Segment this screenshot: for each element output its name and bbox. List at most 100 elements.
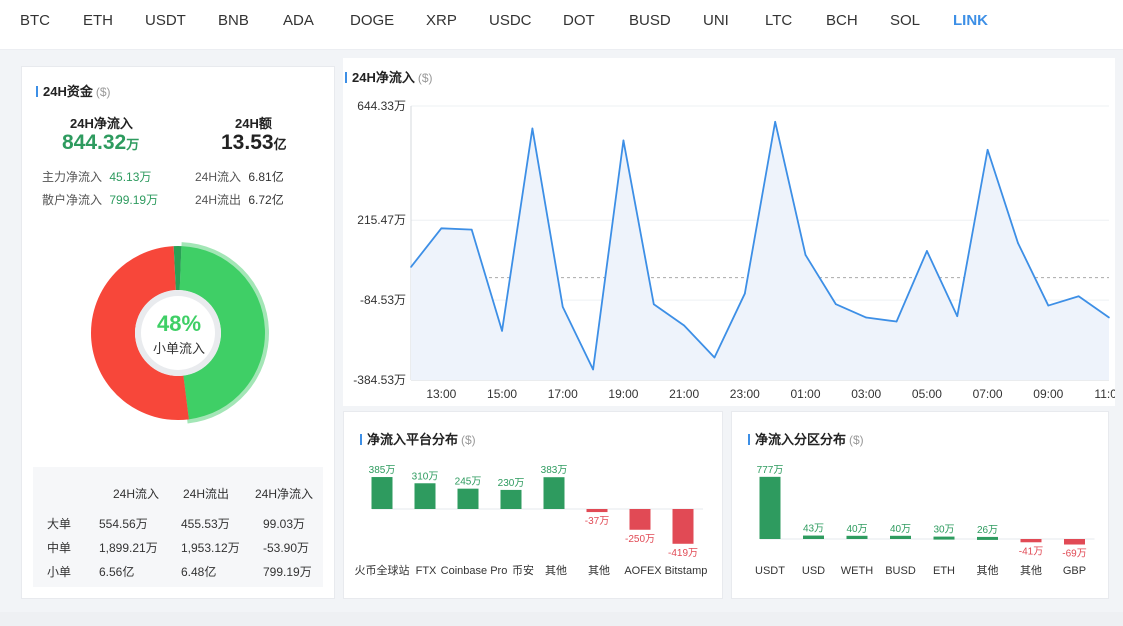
- tab-usdt[interactable]: USDT: [145, 12, 186, 29]
- data-point: [501, 330, 503, 332]
- bar-4: [543, 477, 565, 509]
- category-label: ETH: [933, 565, 955, 577]
- outflow-24h-label: 24H流出: [195, 193, 242, 207]
- bar-value-label: 40万: [846, 524, 867, 535]
- bar-2: [846, 535, 868, 539]
- tab-dot[interactable]: DOT: [563, 12, 595, 29]
- bar-value-label: 310万: [412, 471, 439, 482]
- table-cell-in: 1,899.21万: [99, 541, 158, 555]
- data-point: [713, 356, 716, 359]
- data-point: [1047, 304, 1050, 307]
- data-point: [1017, 242, 1019, 244]
- volume-label: 24H额: [235, 116, 272, 131]
- bar-4: [933, 536, 955, 540]
- table-cell-net: -53.90万: [263, 541, 310, 555]
- table-cell-in: 6.56亿: [99, 565, 135, 579]
- data-point: [774, 121, 776, 123]
- data-point: [956, 315, 959, 318]
- category-label: 其他: [588, 564, 610, 577]
- x-tick-label: 17:00: [548, 387, 578, 401]
- bar-value-label: -69万: [1062, 549, 1086, 560]
- y-tick-label: 215.47万: [357, 213, 406, 227]
- data-point: [804, 254, 807, 256]
- y-tick-label: 644.33万: [357, 99, 406, 113]
- tab-xrp[interactable]: XRP: [426, 12, 457, 29]
- data-point: [895, 320, 898, 323]
- x-tick-label: 11:00: [1094, 387, 1115, 401]
- tab-bnb[interactable]: BNB: [218, 12, 249, 29]
- page-footer-strip: [0, 612, 1123, 626]
- data-point: [835, 303, 837, 306]
- data-point: [440, 227, 443, 230]
- bar-value-label: -37万: [585, 516, 609, 527]
- outflow-24h-value: 6.72亿: [248, 193, 284, 207]
- bar-3: [890, 535, 911, 539]
- category-label: USDT: [755, 565, 785, 577]
- tab-usdc[interactable]: USDC: [489, 12, 532, 29]
- x-tick-label: 05:00: [912, 387, 942, 401]
- table-header: 24H流入: [113, 487, 160, 501]
- category-label: 火币全球站: [355, 563, 410, 577]
- bar-6: [1020, 539, 1042, 543]
- tab-link[interactable]: LINK: [953, 12, 988, 29]
- category-label: GBP: [1063, 565, 1086, 577]
- category-label: USD: [802, 565, 825, 577]
- data-point: [683, 324, 685, 327]
- data-point: [622, 139, 625, 142]
- table-cell-out: 6.48亿: [181, 565, 217, 579]
- x-tick-label: 03:00: [851, 387, 881, 401]
- retail-net-inflow-value: 799.19万: [109, 193, 159, 207]
- tab-sol[interactable]: SOL: [890, 12, 920, 29]
- table-cell-net: 799.19万: [263, 565, 312, 579]
- category-label: Bitstamp: [665, 565, 708, 577]
- bar-0: [371, 477, 393, 509]
- x-tick-label: 13:00: [426, 387, 456, 401]
- bar-value-label: 43万: [803, 524, 824, 535]
- table-cell-name: 大单: [47, 517, 72, 531]
- bar-value-label: 385万: [369, 465, 396, 476]
- category-label: AOFEX: [624, 565, 662, 577]
- bar-5: [977, 536, 998, 540]
- coin-tab-bar: BTC ETH USDT BNB ADA DOGE XRP USDC DOT BUSD UNI LTC…: [0, 0, 1123, 50]
- net-inflow-label: 24H净流入: [70, 116, 133, 131]
- data-point: [410, 266, 412, 268]
- tab-ada[interactable]: ADA: [283, 12, 314, 29]
- x-tick-label: 01:00: [791, 387, 821, 401]
- bar-5: [586, 509, 608, 513]
- table-cell-out: 1,953.12万: [181, 541, 240, 555]
- tab-ltc[interactable]: LTC: [765, 12, 792, 29]
- title-accent-bar: [36, 86, 38, 97]
- bar-value-label: 777万: [757, 465, 784, 476]
- category-label: BUSD: [885, 565, 916, 577]
- category-label: 其他: [977, 564, 999, 577]
- funds-panel: 24H资金 ($) 24H净流入 844.32万 24H额 13.53亿 主力净流…: [21, 66, 335, 599]
- data-point: [986, 148, 989, 151]
- y-tick-label: -384.53万: [353, 373, 406, 387]
- tab-btc[interactable]: BTC: [20, 12, 50, 29]
- region-distribution-panel: 净流入分区分布 ($) 777万 43万 40万 40万 30万 26万 -41万 -69万 US…: [731, 411, 1109, 599]
- category-label: 币安: [512, 563, 534, 577]
- category-label: FTX: [416, 565, 437, 577]
- bar-7: [672, 509, 694, 544]
- data-point: [1108, 316, 1110, 319]
- funds-panel-title: 24H资金 ($): [36, 81, 111, 100]
- bar-value-label: -250万: [625, 534, 655, 545]
- data-point: [1077, 295, 1080, 298]
- tab-uni[interactable]: UNI: [703, 12, 729, 29]
- line-area-fill: [411, 121, 1109, 380]
- bar-value-label: -419万: [668, 548, 698, 559]
- tab-bch[interactable]: BCH: [826, 12, 858, 29]
- category-label: 其他: [545, 564, 567, 577]
- platform-distribution-panel: 净流入平台分布 ($) 385万 310万 245万 230万 383万 -37万 -250万…: [343, 411, 723, 599]
- tab-doge[interactable]: DOGE: [350, 12, 394, 29]
- x-tick-label: 15:00: [487, 387, 517, 401]
- data-point: [652, 303, 655, 306]
- outflow-24h: 24H流出 6.72亿: [195, 191, 284, 208]
- table-cell-out: 455.53万: [181, 517, 230, 531]
- tab-eth[interactable]: ETH: [83, 12, 113, 29]
- tab-busd[interactable]: BUSD: [629, 12, 671, 29]
- table-cell-in: 554.56万: [99, 517, 148, 531]
- bar-value-label: -41万: [1019, 546, 1043, 557]
- retail-net-inflow: 散户净流入 799.19万: [42, 191, 158, 208]
- bar-value-label: 40万: [890, 524, 911, 535]
